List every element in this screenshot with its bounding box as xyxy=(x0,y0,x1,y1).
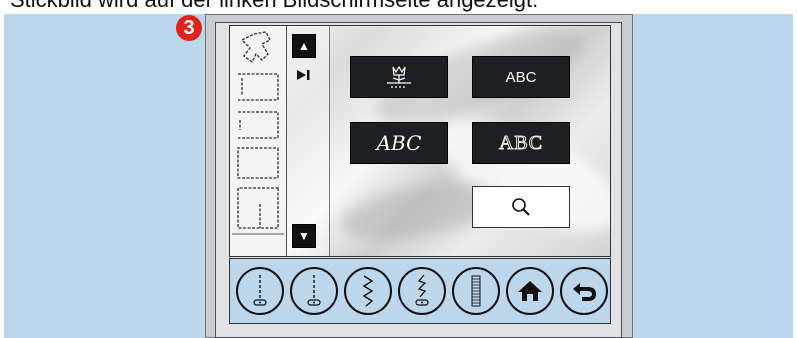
pattern-scrollbar[interactable]: ▲ ▼ xyxy=(287,26,330,256)
straight-stitch-button[interactable] xyxy=(236,267,284,315)
zigzag-stitch-icon xyxy=(362,275,374,307)
magnifier-icon xyxy=(512,198,530,216)
caption: Stickbild wird auf der linken Bildschirm… xyxy=(0,0,797,12)
home-icon xyxy=(518,281,542,301)
step-badge: 3 xyxy=(176,15,202,41)
scroll-up-button[interactable]: ▲ xyxy=(292,34,316,58)
skip-end-icon[interactable] xyxy=(295,68,311,82)
lightning-stitch-icon xyxy=(415,274,429,306)
touch-screen: ▲ ▼ ABC ABC ABC xyxy=(229,25,611,257)
pattern-preview xyxy=(230,26,287,256)
alphabet-script-button[interactable]: ABC xyxy=(350,122,448,164)
alphabet-block-button[interactable]: ABC xyxy=(472,56,570,98)
home-button[interactable] xyxy=(506,267,554,315)
stitch-pattern-button[interactable] xyxy=(350,56,448,98)
alphabet-outline-button[interactable]: ABC xyxy=(472,122,570,164)
back-button[interactable] xyxy=(560,267,608,315)
straight-stitch-alt-icon xyxy=(307,275,321,306)
satin-stitch-icon xyxy=(471,275,481,307)
tulip-outline-icon xyxy=(240,31,271,63)
tulip-stitch-icon xyxy=(387,65,411,88)
zigzag-stitch-button[interactable] xyxy=(344,267,392,315)
bottom-toolbar xyxy=(229,258,611,324)
back-icon xyxy=(573,283,596,301)
zoom-button[interactable] xyxy=(472,186,570,228)
straight-stitch-alt-button[interactable] xyxy=(290,267,338,315)
scroll-down-button[interactable]: ▼ xyxy=(292,224,316,248)
dog-pattern-preview xyxy=(232,31,284,235)
satin-stitch-button[interactable] xyxy=(452,267,500,315)
straight-stitch-icon xyxy=(253,275,267,306)
lightning-stitch-button[interactable] xyxy=(398,267,446,315)
